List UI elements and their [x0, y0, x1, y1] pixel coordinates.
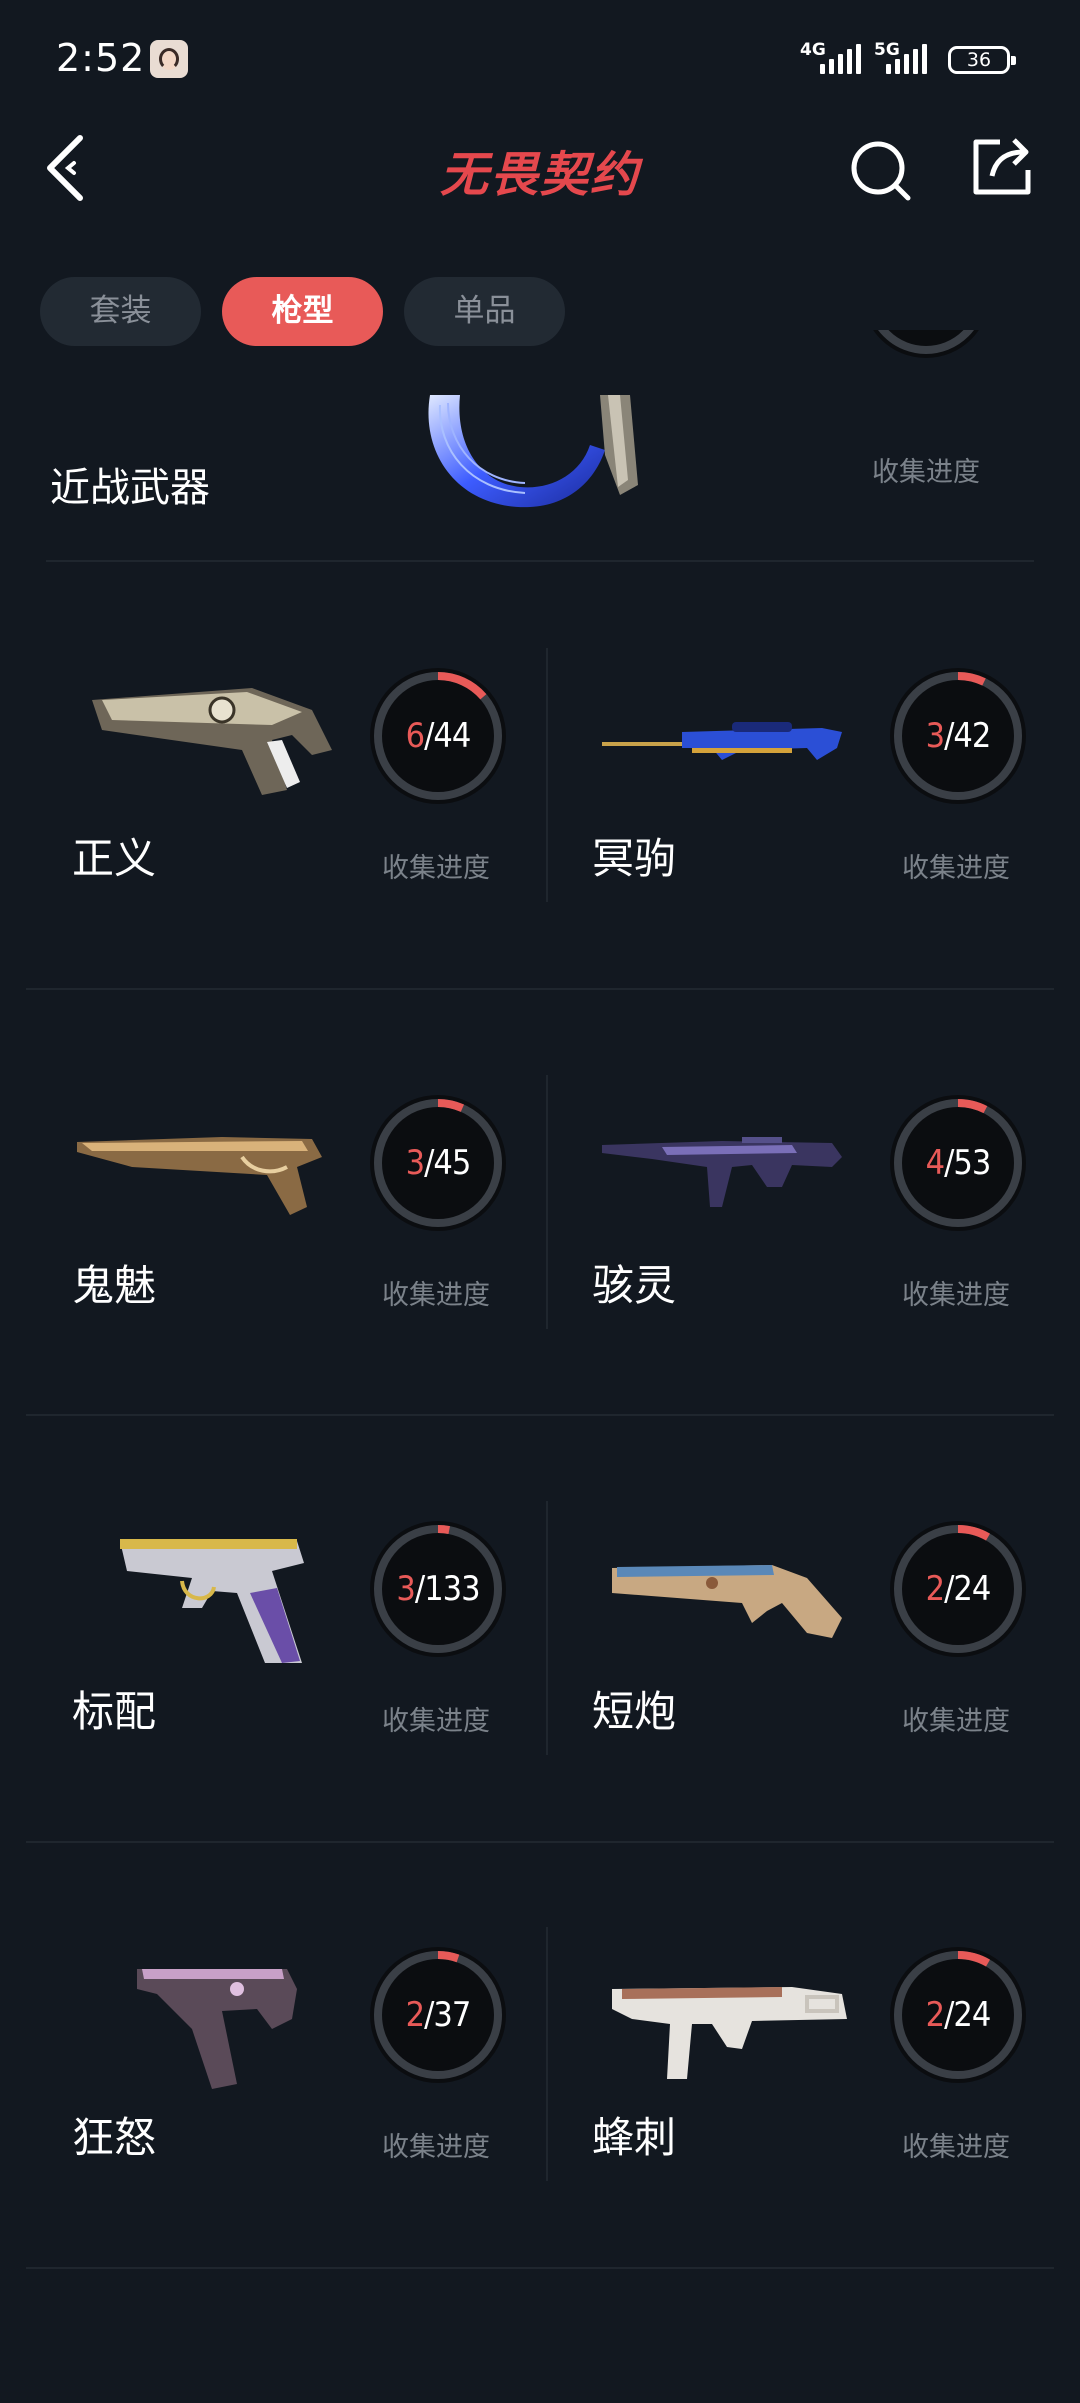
notification-avatar-icon: [150, 40, 188, 78]
owned-count: 2: [925, 1569, 945, 1609]
progress-label: 收集进度: [902, 1706, 1010, 1737]
weapon-card[interactable]: 冥驹 3/42 收集进度: [572, 650, 1072, 1070]
search-button[interactable]: [848, 136, 914, 202]
owned-count: 2: [405, 1995, 425, 2035]
row-divider: [26, 2267, 1054, 2269]
tab-single-items[interactable]: 单品: [404, 277, 565, 346]
category-tabs: 套装 枪型 单品: [40, 277, 565, 346]
weapon-name: 鬼魅: [72, 1261, 157, 1310]
row-divider: [26, 1414, 1054, 1416]
collection-count: 2/24: [925, 1569, 992, 1609]
status-bar: 2:52 4G 5G 36: [0, 0, 1080, 120]
column-divider: [546, 1501, 548, 1755]
progress-label: 收集进度: [382, 1706, 490, 1737]
owned-count: 3: [405, 1143, 425, 1183]
progress-label: 收集进度: [902, 853, 1010, 884]
weapon-image-frenzy: [137, 1969, 297, 2089]
owned-count: 6: [405, 716, 425, 756]
weapon-image-stinger: [612, 1987, 847, 2079]
weapon-name: 正义: [72, 834, 157, 883]
weapon-image-ghost: [77, 1137, 322, 1215]
weapon-name: 狂怒: [72, 2113, 157, 2162]
chevron-left-icon: [47, 135, 83, 201]
search-icon: [851, 141, 911, 201]
total-count: 45: [433, 1143, 471, 1183]
progress-label: 收集进度: [902, 1280, 1010, 1311]
collection-count: 2/37: [405, 1995, 472, 2035]
progress-label: 收集进度: [382, 2132, 490, 2163]
weapon-image-shorty: [612, 1565, 842, 1638]
signal-5g-icon: [886, 44, 927, 74]
owned-count: 4: [925, 1143, 945, 1183]
total-count: 37: [433, 1995, 471, 2035]
owned-count: 3: [925, 716, 945, 756]
column-divider: [546, 1075, 548, 1329]
total-count: 24: [953, 1569, 991, 1609]
weapon-collection-page: 2:52 4G 5G 36 无畏契约 套装 枪型 单品 近战武器 收集进度 正义…: [0, 0, 1080, 2403]
battery-icon: 36: [948, 46, 1016, 74]
weapon-card[interactable]: 短炮 2/24 收集进度: [572, 1503, 1072, 1923]
weapon-image-pistol: [92, 688, 332, 795]
row-divider: [26, 988, 1054, 990]
weapon-image-classic: [120, 1539, 304, 1663]
status-time: 2:52: [56, 36, 146, 80]
share-icon: [973, 138, 1031, 195]
row-divider: [26, 1841, 1054, 1843]
total-count: 42: [953, 716, 991, 756]
weapon-card[interactable]: 正义 6/44 收集进度: [52, 650, 552, 1070]
progress-label: 收集进度: [382, 853, 490, 884]
section-divider: [46, 560, 1034, 562]
weapon-name: 短炮: [592, 1687, 677, 1736]
total-count: 44: [433, 716, 471, 756]
weapon-image-spectre: [602, 1137, 842, 1207]
tab-sets[interactable]: 套装: [40, 277, 201, 346]
share-button[interactable]: [970, 134, 1036, 200]
weapon-card[interactable]: 标配 3/133 收集进度: [52, 1503, 552, 1923]
melee-knife-image: [428, 395, 638, 508]
weapon-card[interactable]: 鬼魅 3/45 收集进度: [52, 1077, 552, 1497]
collection-count: 2/24: [925, 1995, 992, 2035]
column-divider: [546, 648, 548, 902]
collection-count: 3/133: [396, 1569, 480, 1609]
weapon-name: 蜂刺: [592, 2113, 677, 2162]
app-title-logo: 无畏契约: [439, 147, 640, 203]
weapon-card[interactable]: 狂怒 2/37 收集进度: [52, 1929, 552, 2349]
signal-4g-icon: [820, 44, 861, 74]
melee-progress-ring: [873, 330, 979, 358]
owned-count: 2: [925, 1995, 945, 2035]
weapon-card[interactable]: 骇灵 4/53 收集进度: [572, 1077, 1072, 1497]
weapon-name: 骇灵: [592, 1261, 677, 1310]
total-count: 24: [953, 1995, 991, 2035]
total-count: 133: [424, 1569, 480, 1609]
weapon-name: 标配: [72, 1687, 157, 1736]
weapon-name: 冥驹: [592, 834, 677, 883]
back-button[interactable]: [40, 128, 100, 208]
collection-count: 3/45: [405, 1143, 472, 1183]
melee-progress-label: 收集进度: [872, 457, 980, 488]
owned-count: 3: [396, 1569, 415, 1609]
collection-count: 6/44: [405, 716, 472, 756]
progress-label: 收集进度: [382, 1280, 490, 1311]
column-divider: [546, 1927, 548, 2181]
tab-gun-types[interactable]: 枪型: [222, 277, 383, 346]
collection-count: 3/42: [925, 716, 992, 756]
collection-count: 4/53: [925, 1143, 992, 1183]
melee-weapon-name: 近战武器: [50, 465, 210, 511]
weapon-image-sniper: [602, 722, 842, 760]
weapon-card[interactable]: 蜂刺 2/24 收集进度: [572, 1929, 1072, 2349]
total-count: 53: [953, 1143, 991, 1183]
progress-label: 收集进度: [902, 2132, 1010, 2163]
